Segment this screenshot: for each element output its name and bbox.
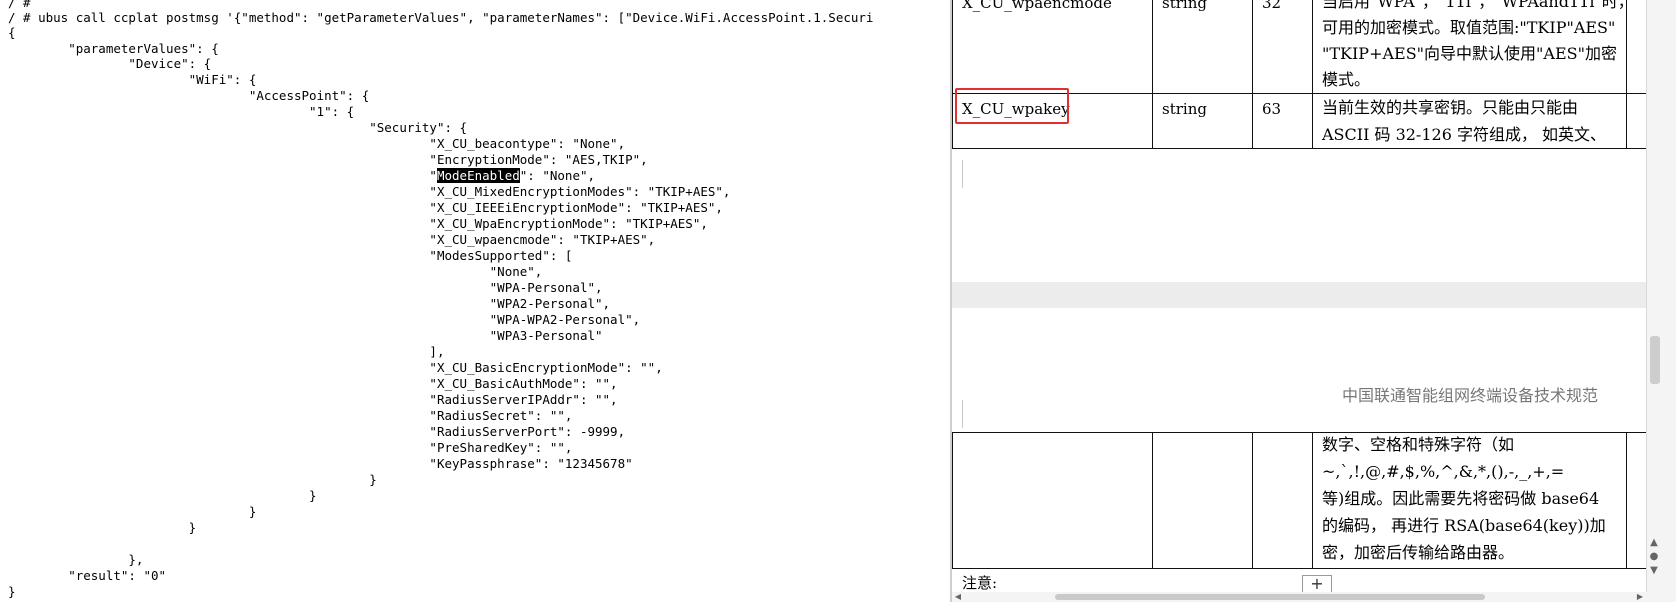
selected-text[interactable]: ModeEnabled	[436, 168, 520, 183]
terminal-line: ],	[8, 344, 445, 359]
terminal-line: "X_CU_BasicEncryptionMode": "",	[8, 360, 663, 375]
terminal-line-highlighted: "ModeEnabled": "None",	[8, 168, 595, 184]
terminal-line: "Security": {	[8, 120, 468, 135]
scroll-right-icon[interactable]: ▶	[1634, 592, 1646, 602]
table-border	[952, 568, 1647, 569]
terminal-line: "None",	[8, 264, 543, 279]
terminal-line: }	[8, 504, 257, 519]
param-type-cell: string	[1162, 0, 1207, 12]
select-browse-object-icon[interactable]: ●	[1647, 550, 1661, 564]
param-desc-line: 模式。	[1322, 70, 1371, 89]
terminal-line: "X_CU_wpaencmode": "TKIP+AES",	[8, 232, 656, 247]
vertical-scrollbar[interactable]	[1646, 0, 1676, 602]
page-bottom	[952, 308, 1647, 602]
margin-mark	[962, 160, 963, 188]
table-border	[952, 432, 1647, 433]
document-footer: 中国联通智能组网终端设备技术规范	[1342, 386, 1599, 405]
param-desc-line: 当启用"WPA"，"11i"，"WPAand11i"时，	[1322, 0, 1634, 11]
terminal-line: "X_CU_MixedEncryptionModes": "TKIP+AES",	[8, 184, 731, 199]
param-desc-line: ~,`,!,@,#,$,%,^,&,*,(),-,_,+,=	[1322, 462, 1565, 481]
param-length-cell: 32	[1262, 0, 1282, 12]
table-border	[952, 432, 953, 569]
terminal-line: "WPA-WPA2-Personal",	[8, 312, 641, 327]
terminal-line: },	[8, 552, 144, 567]
param-type-cell: string	[1162, 100, 1207, 118]
terminal-line: "ModesSupported": [	[8, 248, 573, 263]
table-border	[1252, 432, 1253, 569]
param-desc-line: 数字、空格和特殊字符（如	[1322, 435, 1515, 454]
terminal-prefix: "	[8, 168, 437, 183]
terminal-line: "WiFi": {	[8, 72, 257, 87]
terminal-line: "WPA2-Personal",	[8, 296, 611, 311]
terminal-line: "X_CU_BasicAuthMode": "",	[8, 376, 618, 391]
terminal-pane[interactable]: / # / # ubus call ccplat postmsg '{"meth…	[0, 0, 950, 602]
param-desc-line: ASCII 码 32-126 字符组成， 如英文、	[1322, 125, 1607, 144]
page-up-icon[interactable]: ▲	[1647, 536, 1661, 550]
table-border	[1152, 0, 1153, 149]
param-desc-line: 当前生效的共享密钥。只能由只能由	[1322, 98, 1579, 117]
terminal-line: "WPA3-Personal"	[8, 328, 603, 343]
highlight-box	[955, 88, 1069, 124]
terminal-line: }	[8, 584, 16, 599]
param-desc-line: "TKIP+AES"向导中默认使用"AES"加密	[1322, 44, 1617, 63]
terminal-line: "parameterValues": {	[8, 41, 219, 56]
page-down-icon[interactable]: ▼	[1647, 564, 1661, 578]
table-border	[1626, 0, 1627, 149]
terminal-line: }	[8, 472, 377, 487]
terminal-line: "X_CU_beacontype": "None",	[8, 136, 626, 151]
terminal-line: "1": {	[8, 104, 355, 119]
table-border	[1312, 0, 1313, 149]
param-desc-line: 可用的加密模式。取值范围:"TKIP"AES"	[1322, 18, 1616, 37]
terminal-line: "EncryptionMode": "AES,TKIP",	[8, 152, 648, 167]
param-desc-line: 等)组成。因此需要先将密码做 base64	[1322, 489, 1600, 508]
terminal-line: "X_CU_IEEEiEncryptionMode": "TKIP+AES",	[8, 200, 723, 215]
horizontal-scroll-thumb[interactable]	[1055, 594, 1485, 600]
terminal-line: }	[8, 488, 317, 503]
document-pane[interactable]: X_CU_wpaencmode string 32 当启用"WPA"，"11i"…	[952, 0, 1676, 602]
table-border	[1252, 0, 1253, 149]
terminal-line: "AccessPoint": {	[8, 88, 370, 103]
terminal-line: }	[8, 520, 197, 535]
terminal-line: "RadiusServerPort": -9999,	[8, 424, 626, 439]
margin-mark	[962, 400, 963, 428]
param-name-cell: X_CU_wpaencmode	[962, 0, 1112, 12]
table-border	[1312, 432, 1313, 569]
terminal-line: {	[8, 25, 16, 40]
terminal-line: "RadiusSecret": "",	[8, 408, 573, 423]
terminal-line: "KeyPassphrase": "12345678"	[8, 456, 633, 471]
note-label: 注意:	[962, 574, 998, 592]
param-desc-line: 密，加密后传输给路由器。	[1322, 543, 1515, 562]
terminal-line: "X_CU_WpaEncryptionMode": "TKIP+AES",	[8, 216, 708, 231]
terminal-line: "PreSharedKey": "",	[8, 440, 573, 455]
terminal-line: "result": "0"	[8, 568, 167, 583]
table-border	[1152, 432, 1153, 569]
terminal-line: "RadiusServerIPAddr": "",	[8, 392, 618, 407]
param-length-cell: 63	[1262, 100, 1282, 118]
terminal-line: / # ubus call ccplat postmsg '{"method":…	[8, 10, 874, 25]
table-border	[952, 0, 953, 149]
vertical-scroll-thumb[interactable]	[1650, 336, 1660, 384]
terminal-line: "Device": {	[8, 56, 212, 71]
terminal-line: "WPA-Personal",	[8, 280, 603, 295]
table-border	[1626, 432, 1627, 569]
param-desc-line: 的编码， 再进行 RSA(base64(key))加	[1322, 516, 1606, 535]
scroll-left-icon[interactable]: ◀	[952, 592, 964, 602]
terminal-suffix: ": "None",	[519, 168, 596, 183]
page-gap	[952, 282, 1647, 308]
table-border	[952, 148, 1647, 149]
